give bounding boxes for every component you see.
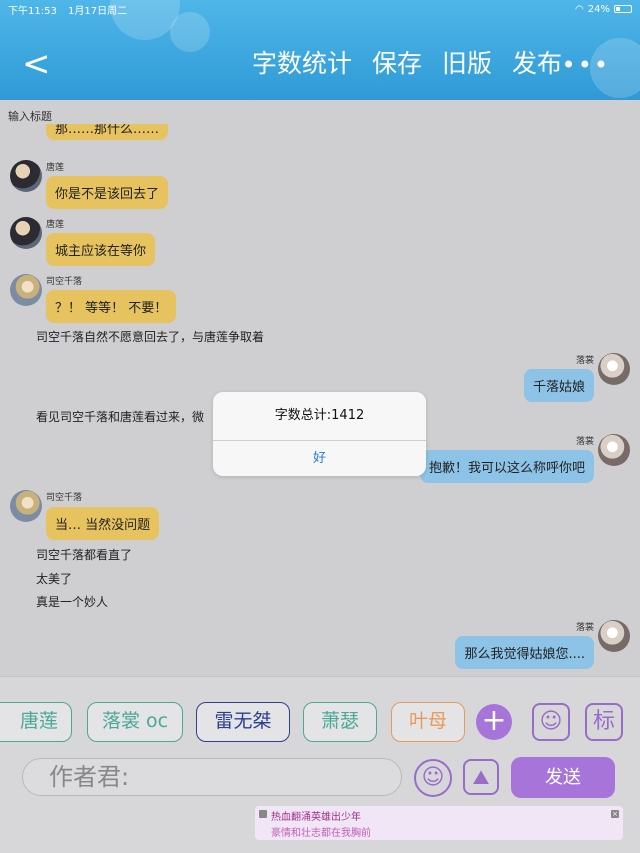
app-icon (259, 810, 267, 818)
decor-bubble (170, 12, 210, 52)
tag-icon[interactable]: 标 (585, 703, 623, 741)
narration-text[interactable]: 太美了 (36, 570, 72, 587)
narration-text[interactable]: 司空千落都看直了 (36, 546, 132, 563)
battery-icon (614, 5, 632, 13)
character-chip[interactable]: 雷无桀 (196, 702, 290, 742)
close-icon[interactable]: × (611, 810, 619, 818)
title-input[interactable]: 输入标题 (8, 108, 52, 124)
speaker-name: 落裳 (575, 356, 594, 366)
wifi-icon: ◠ (575, 3, 584, 15)
avatar (598, 620, 630, 652)
avatar (598, 434, 630, 466)
avatar (10, 160, 42, 192)
word-count-button[interactable]: 字数统计 (252, 48, 352, 80)
character-chip[interactable]: 落裳 oc (87, 702, 183, 742)
narration-text[interactable]: 司空千落自然不愿意回去了，与唐莲争取着 (36, 328, 264, 345)
chat-bubble[interactable]: 千落姑娘 (523, 369, 594, 402)
chat-bubble[interactable]: 城主应该在等你 (46, 233, 156, 266)
image-icon[interactable]: ⛰ (463, 759, 499, 795)
music-notification[interactable]: 热血翻涌英雄出少年 豪情和壮志都在我胸前 × (255, 806, 623, 840)
chat-bubble[interactable]: ？！ 等等！ 不要！ (46, 290, 177, 323)
chat-bubble[interactable]: 当… 当然没问题 (46, 507, 160, 540)
narration-text[interactable]: 真是一个妙人 (36, 593, 108, 610)
notification-subtitle: 豪情和壮志都在我胸前 (271, 828, 371, 839)
speaker-name: 落裳 (575, 623, 594, 633)
chat-bubble[interactable]: 抱歉！我可以这么称呼你吧 (419, 450, 594, 483)
chat-bubble[interactable]: 你是不是该回去了 (46, 176, 169, 209)
battery-percent: 24% (587, 3, 610, 15)
speaker-name: 司空千落 (46, 277, 83, 287)
chat-bubble: 那……那什么…… (46, 124, 169, 140)
speaker-name: 唐莲 (46, 163, 65, 173)
plus-icon[interactable]: + (476, 704, 512, 740)
avatar (10, 274, 42, 306)
app-header: 下午11:53 1月17日周二 ◠ 24% < 字数统计 保存 旧版 发布 ••… (0, 0, 640, 100)
save-button[interactable]: 保存 (372, 48, 422, 80)
avatar (10, 217, 42, 249)
chat-bubble[interactable]: 那么我觉得姑娘您.... (455, 636, 594, 669)
avatar (10, 490, 42, 522)
more-icon[interactable]: ••• (562, 53, 610, 77)
notification-title: 热血翻涌英雄出少年 (271, 812, 361, 823)
author-input[interactable]: 作者君: (22, 758, 402, 796)
speaker-name: 司空千落 (46, 493, 83, 503)
status-bar: 下午11:53 1月17日周二 ◠ 24% (8, 2, 632, 17)
speaker-name: 唐莲 (46, 220, 65, 230)
character-chip[interactable]: 叶母 (391, 702, 465, 742)
speaker-name: 落裳 (575, 437, 594, 447)
narration-text[interactable]: 看见司空千落和唐莲看过来，微 (36, 408, 204, 425)
person-card-icon[interactable]: ☺ (532, 703, 570, 741)
back-icon[interactable]: < (22, 46, 51, 82)
character-chip[interactable]: 萧瑟 (303, 702, 377, 742)
emoji-icon[interactable]: ☺ (414, 759, 452, 797)
status-date: 1月17日周二 (68, 6, 128, 17)
alert-ok-button[interactable]: 好 (213, 441, 426, 476)
character-chip[interactable]: 唐莲 (0, 702, 72, 742)
publish-button[interactable]: 发布 (512, 48, 562, 80)
status-time: 下午11:53 (8, 6, 57, 17)
header-actions: 字数统计 保存 旧版 发布 (252, 48, 562, 80)
old-version-button[interactable]: 旧版 (442, 48, 492, 80)
avatar (598, 353, 630, 385)
alert-message: 字数总计:1412 (274, 408, 365, 423)
word-count-alert: 字数总计:1412 好 (213, 392, 426, 476)
send-button[interactable]: 发送 (511, 757, 615, 798)
